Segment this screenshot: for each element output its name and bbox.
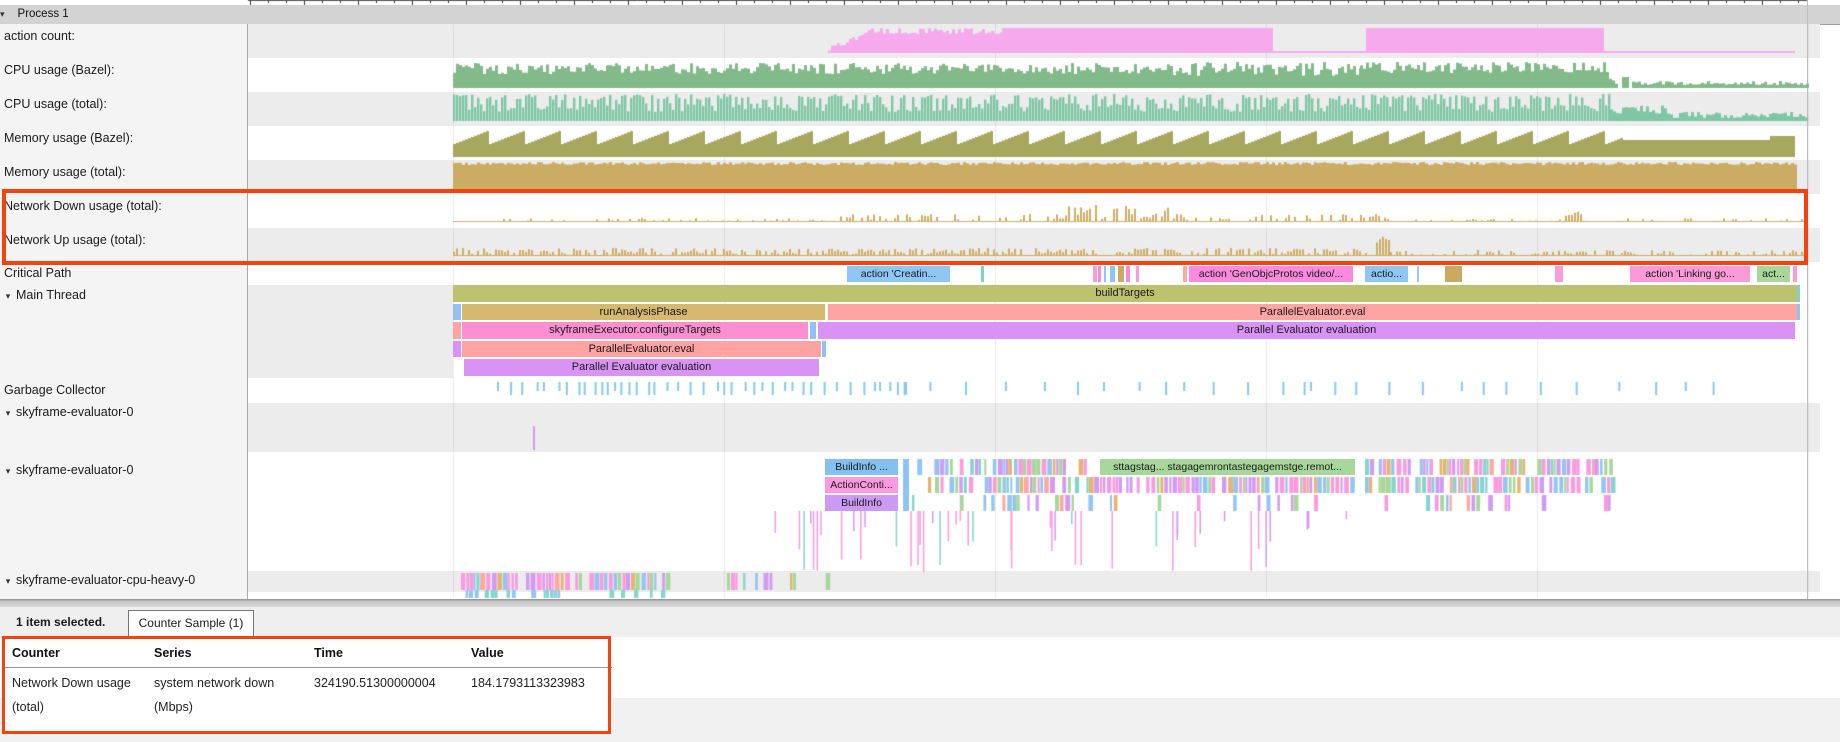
expand-arrow-icon[interactable]: ▾	[0, 291, 16, 302]
sidebar-item-skyframe-evaluator-cpu-heavy-0[interactable]: ▾skyframe-evaluator-cpu-heavy-0	[0, 573, 244, 587]
track-label: Garbage Collector	[4, 383, 105, 397]
track-label: skyframe-evaluator-0	[16, 405, 133, 419]
slice-act-[interactable]: act...	[1757, 266, 1790, 282]
slice-sliver[interactable]	[1110, 266, 1115, 282]
track-label: action count:	[4, 29, 75, 43]
slice-runanalysisphase[interactable]: runAnalysisPhase	[462, 304, 825, 321]
slice-action-linking-go-[interactable]: action 'Linking go...	[1630, 266, 1750, 282]
sidebar-item-critical-path[interactable]: Critical Path	[0, 266, 248, 280]
sidebar-item-action-count[interactable]: action count:	[0, 29, 248, 43]
slice-sliver[interactable]	[1093, 266, 1097, 282]
slice-action-genobjcprotos-video-[interactable]: action 'GenObjcProtos video/...	[1189, 266, 1353, 282]
slice-sliver[interactable]	[1445, 266, 1462, 282]
slice-sliver[interactable]	[1793, 266, 1797, 282]
sidebar-item-skyframe-evaluator-0[interactable]: ▾skyframe-evaluator-0	[0, 463, 244, 477]
slice-sliver[interactable]	[1555, 266, 1563, 282]
panel-divider[interactable]	[0, 599, 1840, 607]
slice-parallel-evaluator-evaluation[interactable]: Parallel Evaluator evaluation	[818, 322, 1795, 339]
slice-sliver[interactable]	[1118, 266, 1124, 282]
tab-counter-sample[interactable]: Counter Sample (1)	[128, 610, 254, 637]
sidebar-item-cpu-usage-bazel[interactable]: CPU usage (Bazel):	[0, 63, 248, 77]
expand-arrow-icon[interactable]: ▾	[0, 576, 16, 587]
slice-sliver[interactable]	[1136, 266, 1139, 282]
slice-sliver[interactable]	[1417, 266, 1419, 282]
slice-actio-[interactable]: actio...	[1365, 266, 1408, 282]
selection-status: 1 item selected.	[16, 615, 105, 629]
slice-parallel-evaluator-evaluation[interactable]: Parallel Evaluator evaluation	[464, 359, 819, 376]
slice-sliver[interactable]	[453, 304, 461, 321]
slice-sliver[interactable]	[453, 341, 461, 358]
sidebar-item-garbage-collector[interactable]: Garbage Collector	[0, 383, 248, 397]
expand-arrow-icon[interactable]: ▾	[0, 466, 16, 477]
slice-actionconti-[interactable]: ActionConti...	[825, 477, 898, 493]
sidebar-item-skyframe-evaluator-0[interactable]: ▾skyframe-evaluator-0	[0, 405, 244, 419]
slice-buildtargets[interactable]: buildTargets	[453, 285, 1797, 302]
trace-profiler-window: ▾Process 1 action 'Creatin...action 'Gen…	[0, 0, 1840, 742]
track-label: CPU usage (total):	[4, 97, 107, 111]
slice-sliver[interactable]	[1098, 266, 1101, 282]
slice-sliver[interactable]	[1797, 304, 1800, 321]
slice-sliver[interactable]	[1126, 266, 1130, 282]
slice-sliver[interactable]	[453, 322, 461, 339]
track-label: Critical Path	[4, 266, 71, 280]
slice-parallelevaluator-eval[interactable]: ParallelEvaluator.eval	[828, 304, 1797, 321]
slice-skyframeexecutor-configuretarg[interactable]: skyframeExecutor.configureTargets	[462, 322, 808, 339]
track-label: skyframe-evaluator-cpu-heavy-0	[16, 573, 195, 587]
track-name-sidebar: action count: CPU usage (Bazel): CPU usage…	[0, 24, 248, 599]
highlight-box-2	[2, 636, 611, 734]
timeline-slices-layer: action 'Creatin... action 'GenObjcProtos …	[0, 0, 1840, 599]
slice-sliver[interactable]	[1183, 266, 1187, 282]
track-label: Main Thread	[16, 288, 86, 302]
slice-action-creatin-[interactable]: action 'Creatin...	[847, 266, 950, 282]
sidebar-item-main-thread[interactable]: ▾Main Thread	[0, 288, 244, 302]
track-label: Memory usage (total):	[4, 165, 126, 179]
slice-sliver[interactable]	[981, 266, 984, 282]
slice-buildinfo-[interactable]: BuildInfo ...	[825, 459, 898, 475]
track-label: CPU usage (Bazel):	[4, 63, 114, 77]
track-label: Memory usage (Bazel):	[4, 131, 133, 145]
slice-sliver[interactable]	[1797, 285, 1800, 302]
sidebar-item-memory-usage-bazel[interactable]: Memory usage (Bazel):	[0, 131, 248, 145]
sidebar-item-memory-usage-total[interactable]: Memory usage (total):	[0, 165, 248, 179]
slice-sliver[interactable]	[1104, 266, 1106, 282]
expand-arrow-icon[interactable]: ▾	[0, 408, 16, 419]
sidebar-item-cpu-usage-total[interactable]: CPU usage (total):	[0, 97, 248, 111]
track-label: skyframe-evaluator-0	[16, 463, 133, 477]
slice-sliver[interactable]	[810, 322, 816, 339]
slice-sliver[interactable]	[822, 341, 826, 358]
highlight-box-1	[2, 189, 1808, 265]
selection-toolbar: 1 item selected. Counter Sample (1)	[0, 607, 1840, 637]
slice-sttagstag-stagagemrontastegage[interactable]: sttagstag... stagagemrontastegagemstge.r…	[1100, 459, 1355, 475]
slice-parallelevaluator-eval[interactable]: ParallelEvaluator.eval	[462, 341, 821, 358]
slice-buildinfo[interactable]: BuildInfo	[825, 495, 898, 511]
